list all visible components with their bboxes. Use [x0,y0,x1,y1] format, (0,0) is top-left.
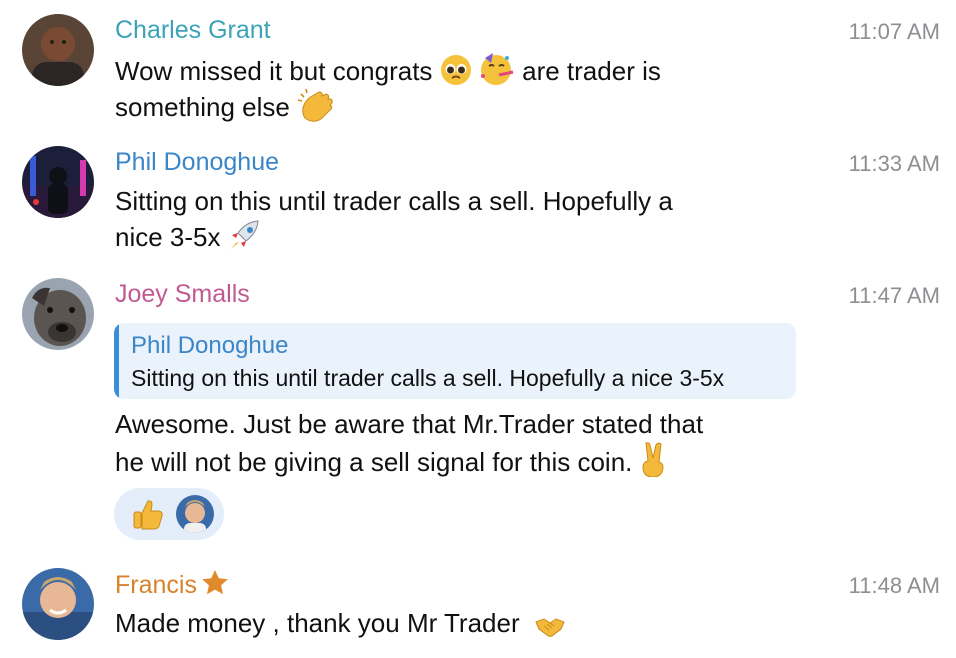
sender-name[interactable]: Phil Donoghue [115,147,279,177]
sender-name[interactable]: Francis [115,569,229,604]
reply-quote[interactable]: Phil Donoghue Sitting on this until trad… [114,323,796,399]
avatar[interactable] [22,278,94,350]
message-time: 11:33 AM [848,151,940,176]
message-text-line: Sitting on this until trader calls a sel… [115,186,673,216]
message-text-line: nice 3-5x [115,222,221,252]
reply-text: Sitting on this until trader calls a sel… [131,365,725,391]
message-text-line: Awesome. Just be aware that Mr.Trader st… [115,409,704,439]
message-time: 11:47 AM [848,283,940,308]
avatar[interactable] [22,14,94,86]
message-text: Sitting on this until trader calls a sel… [115,184,775,254]
reactor-avatar[interactable] [176,495,214,533]
message-text-line: he will not be giving a sell signal for … [115,447,633,477]
sender-name[interactable]: Charles Grant [115,15,271,45]
handshake-icon [535,616,565,638]
message-phil-donoghue[interactable]: Phil Donoghue 11:33 AM Sitting on this u… [0,132,956,262]
message-text-line: Made money , thank you Mr Trader [115,608,520,638]
message-text-line: Wow missed it but congrats [115,56,433,86]
reply-accent-bar [114,323,119,399]
message-francis[interactable]: Francis 11:48 AM Made money , thank you … [0,554,956,658]
message-text: Made money , thank you Mr Trader [115,606,775,640]
clapping-hands-icon [297,88,333,122]
message-text-line: are trader is [522,56,661,86]
partying-face-icon [479,52,515,86]
message-time: 11:48 AM [848,573,940,598]
sender-name[interactable]: Joey Smalls [115,279,250,309]
message-charles-grant[interactable]: Charles Grant 11:07 AM Wow missed it but… [0,0,956,130]
message-time: 11:07 AM [848,19,940,44]
star-icon [201,569,229,604]
message-text: Awesome. Just be aware that Mr.Trader st… [115,407,775,479]
reply-sender-name: Phil Donoghue [131,332,289,359]
pleading-face-icon [440,54,472,86]
victory-hand-icon [640,441,668,477]
avatar[interactable] [22,568,94,640]
thumbs-up-icon [132,498,164,535]
rocket-icon [228,218,262,252]
message-text: Wow missed it but congrats are trader is… [115,52,775,124]
sender-name-text: Francis [115,571,197,599]
avatar[interactable] [22,146,94,218]
reaction-pill[interactable] [114,488,224,540]
message-text-line: something else [115,92,290,122]
